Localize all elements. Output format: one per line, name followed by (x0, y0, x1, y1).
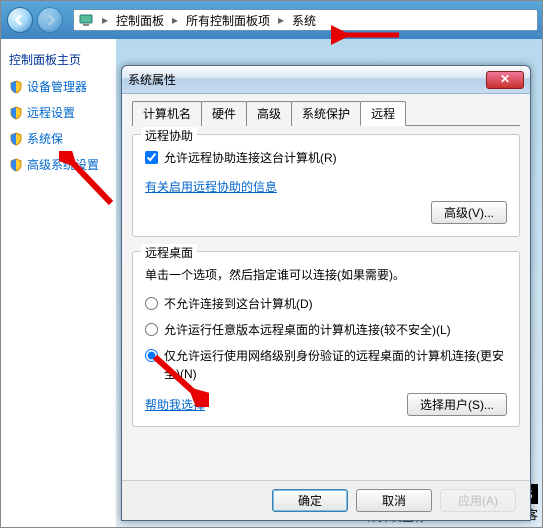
group-description: 单击一个选项，然后指定谁可以连接(如果需要)。 (145, 266, 507, 283)
arrow-left-icon (14, 14, 26, 26)
explorer-topbar: ▸ 控制面板 ▸ 所有控制面板项 ▸ 系统 (1, 1, 542, 39)
tab-advanced[interactable]: 高级 (246, 101, 292, 126)
radio-allow-any[interactable] (145, 323, 158, 336)
annotation-arrow-icon (149, 351, 209, 407)
advanced-button[interactable]: 高级(V)... (431, 201, 507, 224)
dialog-titlebar[interactable]: 系统属性 ✕ (122, 66, 530, 94)
remote-assistance-group: 远程协助 允许远程协助连接这台计算机(R) 有关启用远程协助的信息 高级(V).… (132, 134, 520, 237)
chevron-right-icon: ▸ (168, 13, 182, 27)
sidebar-link-remote-settings[interactable]: 远程设置 (9, 104, 108, 121)
cancel-button[interactable]: 取消 (356, 489, 432, 512)
breadcrumb-item[interactable]: 系统 (288, 12, 320, 29)
dialog-title: 系统属性 (128, 71, 486, 88)
breadcrumb-item[interactable]: 控制面板 (112, 12, 168, 29)
tab-system-protection[interactable]: 系统保护 (291, 101, 361, 126)
dialog-footer: 确定 取消 应用(A) (122, 480, 530, 520)
select-users-button[interactable]: 选择用户(S)... (407, 393, 507, 416)
tab-computer-name[interactable]: 计算机名 (132, 101, 202, 126)
close-button[interactable]: ✕ (486, 71, 524, 89)
shield-icon (9, 80, 23, 94)
sidebar-link-device-manager[interactable]: 设备管理器 (9, 78, 108, 95)
sidebar: 控制面板主页 设备管理器 远程设置 系统保 高级系统设置 (1, 39, 116, 527)
radio-label: 允许运行任意版本远程桌面的计算机连接(较不安全)(L) (164, 321, 451, 339)
tab-strip: 计算机名 硬件 高级 系统保护 远程 (132, 100, 520, 126)
computer-icon (78, 12, 94, 28)
sidebar-heading: 控制面板主页 (9, 51, 108, 68)
group-legend: 远程协助 (141, 127, 197, 144)
radio-label: 不允许连接到这台计算机(D) (164, 295, 313, 313)
breadcrumb[interactable]: ▸ 控制面板 ▸ 所有控制面板项 ▸ 系统 (73, 9, 538, 31)
breadcrumb-item[interactable]: 所有控制面板项 (182, 12, 274, 29)
radio-label: 仅允许运行使用网络级别身份验证的远程桌面的计算机连接(更安全)(N) (164, 347, 507, 383)
sidebar-link-label: 系统保 (27, 130, 63, 147)
forward-button[interactable] (37, 7, 63, 33)
shield-icon (9, 132, 23, 146)
ok-button[interactable]: 确定 (272, 489, 348, 512)
arrow-right-icon (44, 14, 56, 26)
chevron-right-icon: ▸ (98, 13, 112, 27)
allow-remote-assistance-checkbox[interactable] (145, 151, 158, 164)
group-legend: 远程桌面 (141, 244, 197, 261)
shield-icon (9, 158, 23, 172)
sidebar-link-label: 远程设置 (27, 104, 75, 121)
remote-assistance-info-link[interactable]: 有关启用远程协助的信息 (145, 180, 277, 194)
shield-icon (9, 106, 23, 120)
checkbox-label: 允许远程协助连接这台计算机(R) (164, 149, 337, 166)
system-properties-dialog: 系统属性 ✕ 计算机名 硬件 高级 系统保护 远程 远程协助 允许远程协助连接这… (121, 65, 531, 521)
tab-remote[interactable]: 远程 (360, 101, 406, 126)
chevron-right-icon: ▸ (274, 13, 288, 27)
apply-button[interactable]: 应用(A) (440, 489, 516, 512)
annotation-arrow-icon (331, 25, 401, 45)
sidebar-link-label: 设备管理器 (27, 78, 87, 95)
back-button[interactable] (7, 7, 33, 33)
tab-hardware[interactable]: 硬件 (201, 101, 247, 126)
annotation-arrow-icon (59, 151, 119, 211)
radio-dont-allow[interactable] (145, 297, 158, 310)
close-icon: ✕ (500, 72, 510, 86)
sidebar-link-system-protection[interactable]: 系统保 (9, 130, 108, 147)
